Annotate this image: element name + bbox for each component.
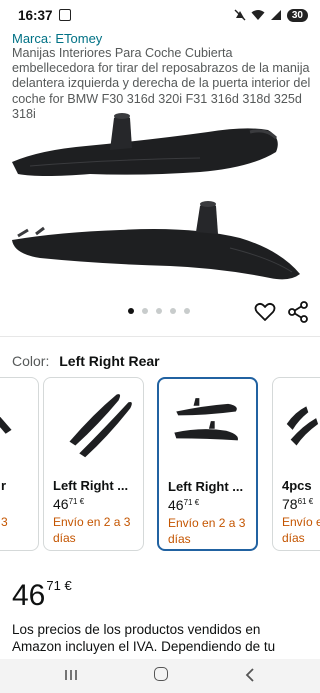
variant-image xyxy=(0,416,12,434)
signal-icon xyxy=(270,10,281,20)
variant-shipping: Envío en 2 a 3 días xyxy=(53,515,143,546)
variant-price-whole: 46 xyxy=(168,497,184,513)
variant-name: Left Right ... xyxy=(53,478,129,493)
price-whole: 46 xyxy=(12,579,46,612)
system-nav-bar xyxy=(0,659,320,693)
variant-shipping-line1: Envío en 2 a 3 xyxy=(53,515,131,529)
main-price: 4671 € xyxy=(12,578,72,613)
variant-price-cents: 61 € xyxy=(297,497,314,506)
battery-indicator: 30 xyxy=(286,8,308,22)
variant-image xyxy=(174,398,238,441)
variant-carousel[interactable]: r 3 Left Right ... 4671 € Envío en 2 a 3… xyxy=(0,377,320,553)
carousel-dot[interactable] xyxy=(142,308,148,314)
variant-shipping: Envío e días xyxy=(282,515,320,546)
divider xyxy=(0,336,320,337)
color-selector-label: Color: Left Right Rear xyxy=(12,353,160,369)
variant-card[interactable]: r 3 xyxy=(0,377,39,551)
home-icon[interactable] xyxy=(154,667,168,681)
brand-link[interactable]: Marca: ETomey xyxy=(12,31,102,46)
variant-image xyxy=(69,394,132,458)
variant-price: 4671 € xyxy=(53,496,84,512)
variant-shipping-line2: días xyxy=(282,530,305,545)
variant-price: 4671 € xyxy=(168,497,199,513)
color-value: Left Right Rear xyxy=(59,353,160,369)
product-image[interactable] xyxy=(0,108,320,298)
variant-card[interactable]: 4pcs 7861 € Envío e días xyxy=(272,377,320,551)
status-bar: 16:37 30 xyxy=(0,0,320,30)
variant-shipping-line2: días xyxy=(168,531,191,546)
status-icons: 30 xyxy=(234,8,308,22)
carousel-dot[interactable] xyxy=(170,308,176,314)
status-time: 16:37 xyxy=(18,7,53,23)
carousel-dot[interactable] xyxy=(156,308,162,314)
variant-shipping-line1: Envío e xyxy=(282,515,320,529)
recents-icon[interactable] xyxy=(64,668,78,682)
variant-shipping: 3 xyxy=(1,515,8,529)
carousel-dot[interactable] xyxy=(184,308,190,314)
carousel-dot[interactable] xyxy=(128,308,134,314)
variant-name: Left Right ... xyxy=(168,479,244,494)
variant-price-cents: 71 € xyxy=(183,498,200,507)
variant-price: 7861 € xyxy=(282,496,313,512)
variant-card-selected[interactable]: Left Right ... 4671 € Envío en 2 a 3 días xyxy=(157,377,258,551)
mute-icon xyxy=(234,9,246,21)
back-icon[interactable] xyxy=(243,667,257,683)
variant-name: r xyxy=(1,478,7,493)
carousel-dots xyxy=(128,308,190,314)
variant-shipping-line2: días xyxy=(53,530,76,545)
screenshot-icon xyxy=(58,9,71,21)
variant-shipping: Envío en 2 a 3 días xyxy=(168,516,256,547)
variant-card[interactable]: Left Right ... 4671 € Envío en 2 a 3 días xyxy=(43,377,144,551)
heart-icon[interactable] xyxy=(253,300,277,324)
variant-shipping-line1: Envío en 2 a 3 xyxy=(168,516,246,530)
variant-price-cents: 71 € xyxy=(68,497,85,506)
variant-price-whole: 78 xyxy=(282,496,298,512)
price-cents: 71 € xyxy=(46,578,72,593)
color-label: Color: xyxy=(12,353,50,369)
wifi-icon xyxy=(251,10,265,20)
variant-image xyxy=(286,406,319,446)
share-icon[interactable] xyxy=(286,300,310,324)
variant-name: 4pcs xyxy=(282,478,312,493)
variant-price-whole: 46 xyxy=(53,496,69,512)
tax-note: Los precios de los productos vendidos en… xyxy=(12,622,276,654)
